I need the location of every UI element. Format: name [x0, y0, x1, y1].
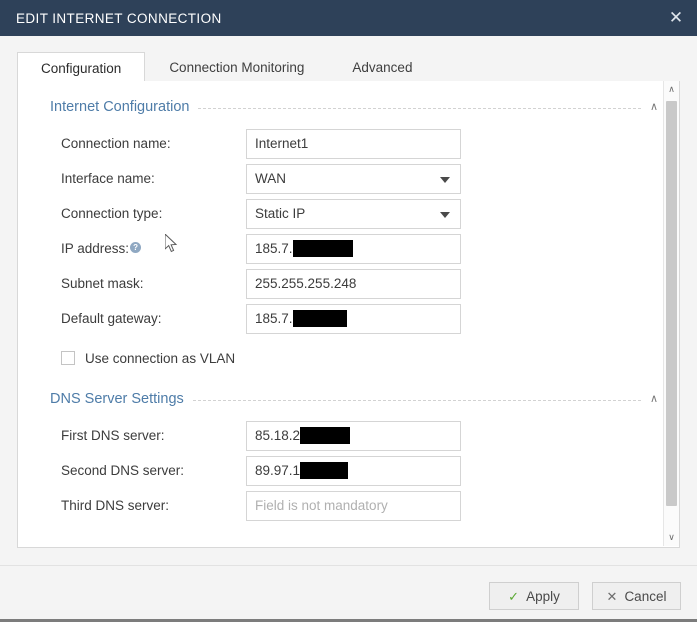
chevron-down-icon — [440, 177, 450, 183]
row-interface-name: Interface name: WAN — [18, 164, 663, 194]
use-vlan-checkbox[interactable] — [61, 351, 75, 365]
label-connection-name: Connection name: — [61, 136, 171, 151]
window-title: EDIT INTERNET CONNECTION — [16, 10, 222, 26]
label-third-dns: Third DNS server: — [61, 498, 170, 513]
section-header-dns-server-settings: DNS Server Settings ∧ — [50, 391, 658, 407]
tab-connection-monitoring[interactable]: Connection Monitoring — [145, 51, 328, 82]
configuration-panel: Internet Configuration ∧ Connection name… — [17, 81, 680, 548]
scroll-up-icon[interactable]: ∧ — [664, 81, 679, 98]
connection-type-value: Static IP — [255, 206, 306, 221]
chevron-up-icon[interactable]: ∧ — [650, 394, 658, 405]
panel-scroll-content: Internet Configuration ∧ Connection name… — [18, 81, 663, 546]
redaction-bar — [300, 427, 351, 444]
redaction-bar — [292, 240, 353, 257]
label-default-gateway: Default gateway: — [61, 311, 162, 326]
default-gateway-value: 185.7. — [255, 311, 293, 326]
section-title-dns-server-settings: DNS Server Settings — [50, 391, 184, 407]
row-default-gateway: Default gateway: 185.7. — [18, 304, 663, 334]
second-dns-value: 89.97.1 — [255, 463, 301, 478]
label-ip-address-text: IP address: — [61, 241, 130, 256]
redaction-bar — [300, 462, 349, 479]
row-connection-name: Connection name: Internet1 — [18, 129, 663, 159]
apply-button[interactable]: ✓ Apply — [489, 582, 579, 610]
vertical-scrollbar[interactable]: ∧ ∨ — [663, 81, 679, 546]
row-third-dns: Third DNS server: Field is not mandatory — [18, 491, 663, 521]
row-connection-type: Connection type: Static IP — [18, 199, 663, 229]
label-first-dns: First DNS server: — [61, 428, 165, 443]
ip-address-input[interactable]: 185.7. — [246, 234, 461, 264]
cancel-button-label: Cancel — [624, 588, 667, 604]
chevron-up-icon[interactable]: ∧ — [650, 102, 658, 113]
section-header-internet-configuration: Internet Configuration ∧ — [50, 99, 658, 115]
third-dns-input[interactable]: Field is not mandatory — [246, 491, 461, 521]
section-divider — [192, 399, 641, 401]
first-dns-input[interactable]: 85.18.2 — [246, 421, 461, 451]
subnet-mask-input[interactable]: 255.255.255.248 — [246, 269, 461, 299]
section-divider — [198, 107, 641, 109]
default-gateway-input[interactable]: 185.7. — [246, 304, 461, 334]
tab-bar: Configuration Connection Monitoring Adva… — [17, 50, 680, 83]
apply-button-label: Apply — [526, 588, 560, 604]
row-use-vlan: Use connection as VLAN — [18, 347, 663, 369]
tab-configuration[interactable]: Configuration — [17, 52, 146, 83]
label-ip-address: IP address:? — [61, 234, 142, 264]
connection-name-input[interactable]: Internet1 — [246, 129, 461, 159]
window-titlebar: EDIT INTERNET CONNECTION ✕ — [0, 0, 697, 36]
cancel-button[interactable]: ✕ Cancel — [592, 582, 681, 610]
first-dns-value: 85.18.2 — [255, 428, 301, 443]
label-connection-type: Connection type: — [61, 206, 163, 221]
scroll-down-icon[interactable]: ∨ — [664, 529, 679, 546]
row-ip-address: IP address:? 185.7. — [18, 234, 663, 264]
label-second-dns: Second DNS server: — [61, 463, 185, 478]
label-interface-name: Interface name: — [61, 171, 155, 186]
row-first-dns: First DNS server: 85.18.2 — [18, 421, 663, 451]
label-use-vlan: Use connection as VLAN — [85, 350, 236, 366]
help-icon[interactable]: ? — [130, 242, 142, 253]
chevron-down-icon — [440, 212, 450, 218]
connection-type-select[interactable]: Static IP — [246, 199, 461, 229]
redaction-bar — [292, 310, 347, 327]
dialog-footer: ✓ Apply ✕ Cancel — [0, 566, 697, 622]
section-title-internet-configuration: Internet Configuration — [50, 99, 190, 115]
window-body: Configuration Connection Monitoring Adva… — [0, 36, 697, 622]
interface-name-select[interactable]: WAN — [246, 164, 461, 194]
row-second-dns: Second DNS server: 89.97.1 — [18, 456, 663, 486]
close-x-icon: ✕ — [606, 588, 618, 604]
check-icon: ✓ — [508, 588, 520, 604]
tab-advanced[interactable]: Advanced — [328, 51, 436, 82]
row-subnet-mask: Subnet mask: 255.255.255.248 — [18, 269, 663, 299]
scrollbar-thumb[interactable] — [666, 101, 677, 506]
label-subnet-mask: Subnet mask: — [61, 276, 144, 291]
close-icon[interactable]: ✕ — [665, 7, 687, 29]
second-dns-input[interactable]: 89.97.1 — [246, 456, 461, 486]
ip-address-value: 185.7. — [255, 241, 293, 256]
interface-name-value: WAN — [255, 171, 286, 186]
